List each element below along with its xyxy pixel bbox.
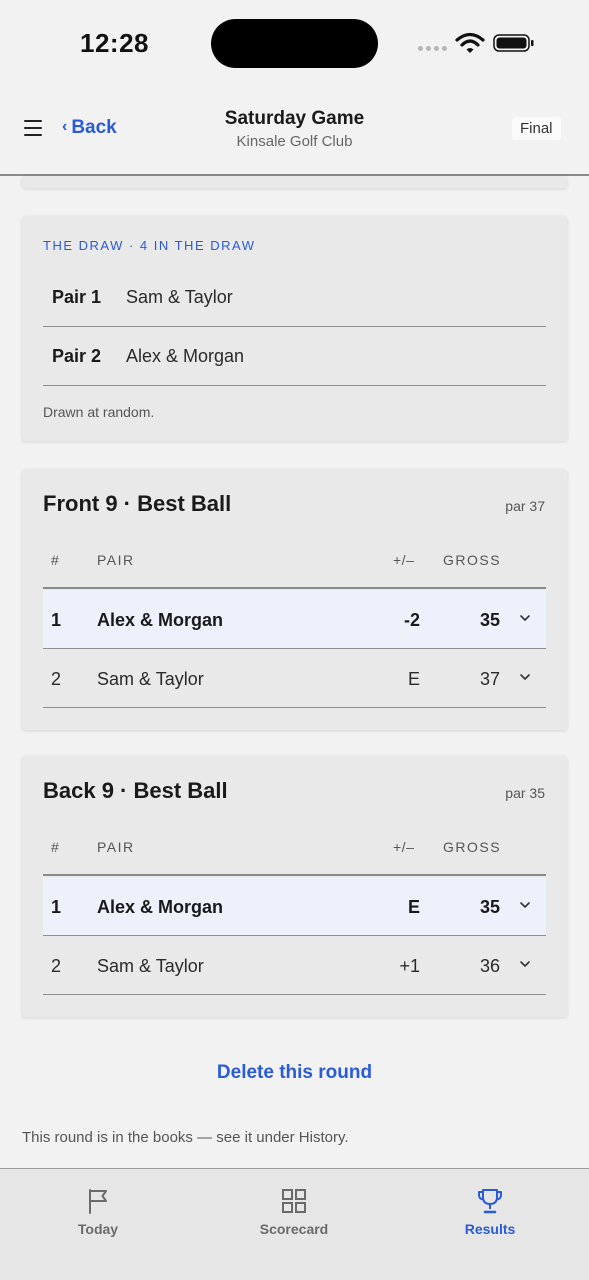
- result-rank: 1: [51, 610, 62, 630]
- draw-card: THE DRAW · 4 IN THE DRAW Pair 1 Sam & Ta…: [22, 216, 567, 441]
- draw-heading: THE DRAW · 4 IN THE DRAW: [43, 238, 256, 253]
- previous-card-edge: [22, 176, 567, 188]
- column-header-to-par: +/–: [393, 839, 415, 855]
- result-pair: Alex & Morgan: [97, 897, 224, 917]
- game-title: Back 9 · Best Ball: [43, 778, 228, 803]
- chevron-down-icon[interactable]: [518, 898, 532, 912]
- column-header-gross: GROSS: [443, 552, 502, 568]
- header-title-group: Saturday Game Kinsale Golf Club: [0, 108, 589, 150]
- trophy-icon: [478, 1189, 502, 1214]
- game-par: par 35: [505, 785, 545, 801]
- chevron-down-icon[interactable]: [518, 611, 532, 625]
- result-gross: 37: [479, 669, 500, 689]
- bottom-tab-bar: Today Scorecard Results: [0, 1168, 589, 1280]
- result-pair: Sam & Taylor: [97, 956, 204, 976]
- results-column-header: # PAIR +/– GROSS: [43, 832, 546, 876]
- flag-icon: [89, 1189, 107, 1214]
- tab-label: Scorecard: [259, 1221, 329, 1237]
- game-title: Front 9 · Best Ball: [43, 491, 232, 516]
- delete-round-button[interactable]: Delete this round: [0, 1062, 589, 1084]
- pair-label: Pair 1: [52, 286, 102, 307]
- result-row[interactable]: 2 Sam & Taylor E 37: [43, 649, 546, 708]
- chevron-down-icon[interactable]: [518, 670, 532, 684]
- pair-names: Sam & Taylor: [126, 286, 233, 307]
- result-row[interactable]: 2 Sam & Taylor +1 36: [43, 936, 546, 995]
- status-bar: 12:28: [0, 0, 589, 90]
- tab-scorecard[interactable]: Scorecard: [234, 1187, 354, 1237]
- result-to-par: +1: [399, 956, 420, 976]
- page-subtitle: Kinsale Golf Club: [236, 133, 353, 150]
- chevron-down-icon[interactable]: [518, 957, 532, 971]
- cellular-signal-icon: [418, 46, 447, 51]
- result-rank: 1: [51, 897, 62, 917]
- tab-results[interactable]: Results: [430, 1187, 550, 1237]
- history-footnote: This round is in the books — see it unde…: [22, 1129, 349, 1146]
- grid-icon: [282, 1189, 306, 1213]
- result-to-par: -2: [403, 610, 420, 630]
- column-header-pair: PAIR: [97, 839, 135, 855]
- status-time: 12:28: [80, 28, 149, 58]
- pair-label: Pair 2: [52, 345, 102, 366]
- result-rank: 2: [51, 956, 62, 976]
- battery-icon: [493, 34, 534, 52]
- nav-header: ‹ Back Saturday Game Kinsale Golf Club F…: [0, 90, 589, 176]
- result-gross: 35: [479, 897, 500, 917]
- wifi-icon: [455, 32, 485, 53]
- result-pair: Sam & Taylor: [97, 669, 204, 689]
- result-gross: 36: [479, 956, 500, 976]
- column-header-to-par: +/–: [393, 552, 415, 568]
- result-row[interactable]: 1 Alex & Morgan E 35: [43, 877, 546, 936]
- game-par: par 37: [505, 498, 545, 514]
- pair-names: Alex & Morgan: [126, 345, 245, 366]
- tab-today[interactable]: Today: [38, 1187, 158, 1237]
- result-rank: 2: [51, 669, 62, 689]
- back-nine-card: Back 9 · Best Ball par 35 # PAIR +/– GRO…: [22, 756, 567, 1017]
- results-column-header: # PAIR +/– GROSS: [43, 545, 546, 589]
- draw-pair-row: Pair 1 Sam & Taylor: [43, 268, 546, 327]
- front-nine-card: Front 9 · Best Ball par 37 # PAIR +/– GR…: [22, 469, 567, 730]
- draw-pair-row: Pair 2 Alex & Morgan: [43, 327, 546, 386]
- status-badge: Final: [512, 117, 561, 140]
- result-to-par: E: [407, 897, 420, 917]
- dynamic-island: [211, 19, 378, 68]
- result-to-par: E: [407, 669, 420, 689]
- tab-label: Today: [77, 1221, 119, 1237]
- result-pair: Alex & Morgan: [97, 610, 224, 630]
- tab-label: Results: [464, 1221, 516, 1237]
- page-title: Saturday Game: [224, 108, 365, 129]
- column-header-gross: GROSS: [443, 839, 502, 855]
- column-header-rank: #: [51, 552, 61, 568]
- draw-note: Drawn at random.: [43, 404, 155, 420]
- column-header-pair: PAIR: [97, 552, 135, 568]
- result-gross: 35: [479, 610, 500, 630]
- app-screen: 12:28 ‹ Back Saturday Game Kinsale Golf …: [0, 0, 589, 1280]
- result-row[interactable]: 1 Alex & Morgan -2 35: [43, 590, 546, 649]
- column-header-rank: #: [51, 839, 61, 855]
